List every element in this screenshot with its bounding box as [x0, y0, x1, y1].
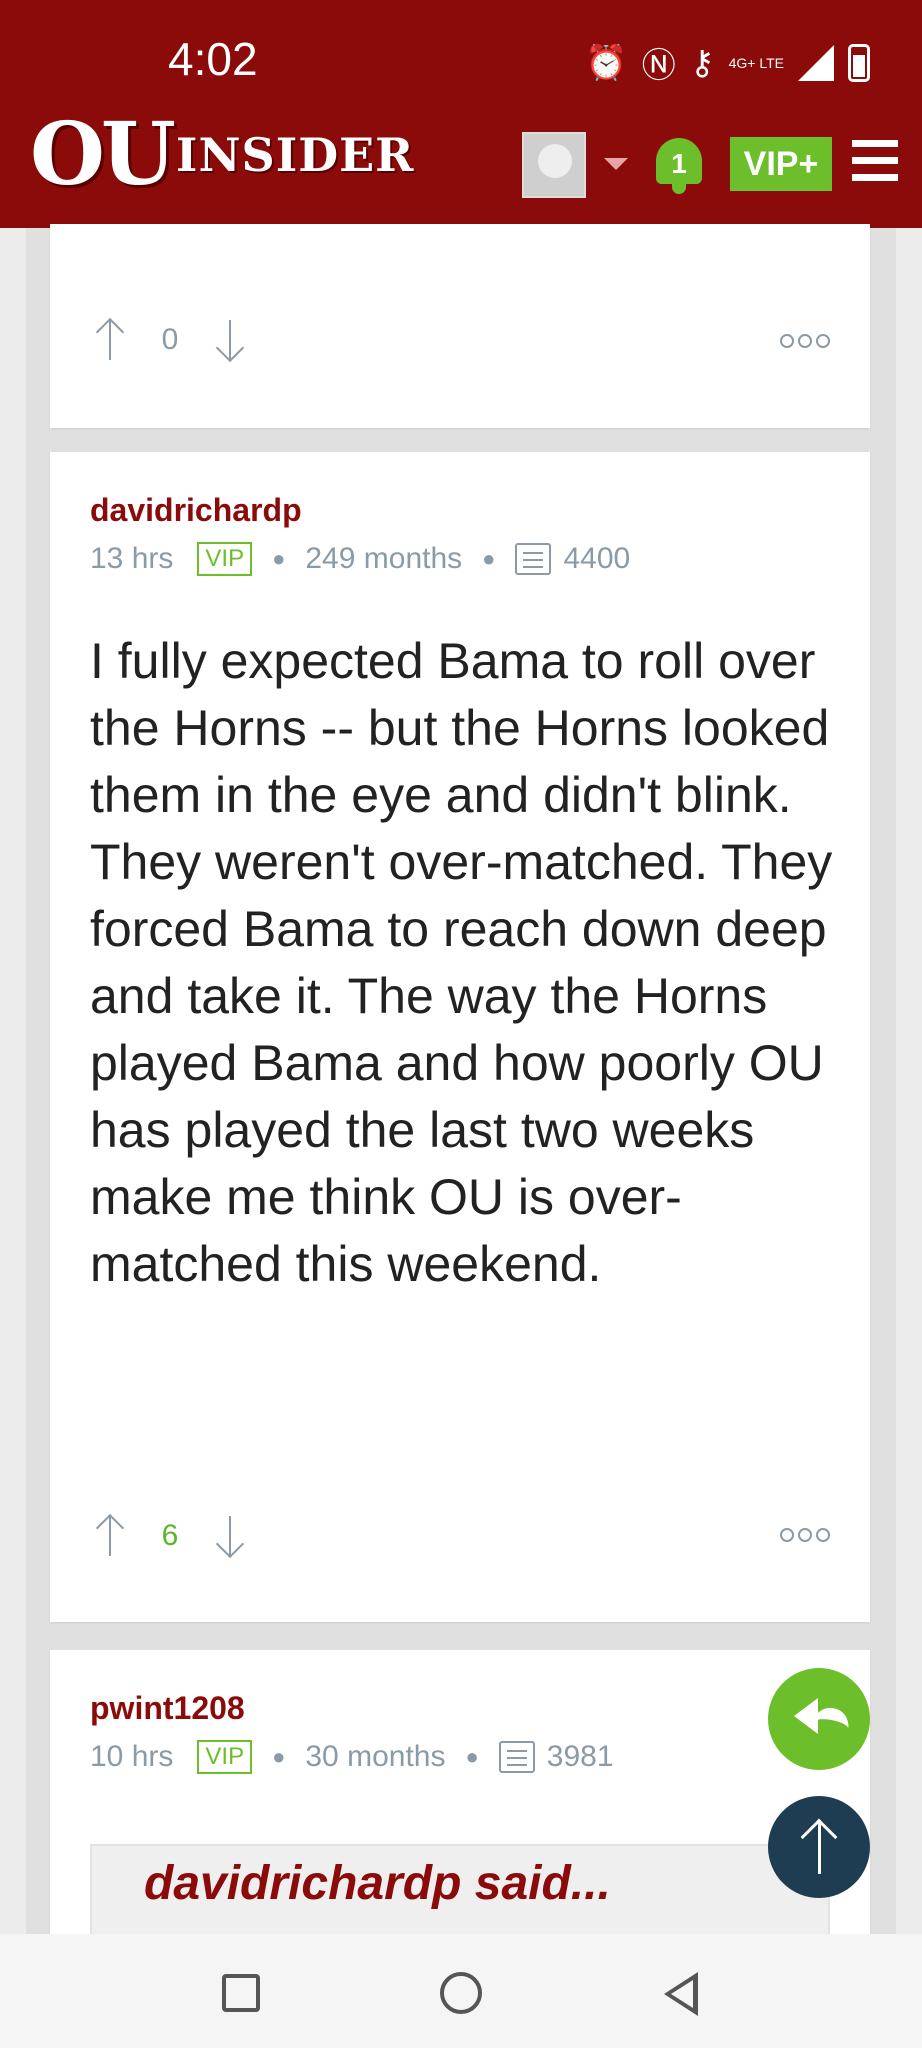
more-options-icon[interactable] — [780, 334, 830, 348]
arrow-up-icon-head — [800, 1818, 838, 1856]
separator-dot: ● — [465, 1744, 479, 1769]
more-options-icon[interactable] — [780, 1528, 830, 1542]
comment-card: davidrichardp 13 hrs VIP ● 249 months ● … — [50, 452, 870, 1622]
vip-plus-button[interactable]: VIP+ — [730, 137, 832, 191]
system-nav-bar — [0, 1934, 922, 2048]
comment-time: 13 hrs — [90, 542, 174, 575]
reply-icon-tail — [812, 1705, 852, 1729]
comment-count-icon — [498, 1741, 535, 1773]
chevron-down-icon[interactable] — [604, 158, 628, 170]
quote-author: davidrichardp said... — [144, 1857, 611, 1910]
status-time: 4:02 — [168, 33, 258, 85]
comment-time: 10 hrs — [90, 1740, 174, 1773]
separator-dot: ● — [272, 1744, 286, 1769]
key-icon: ⚷ — [689, 43, 715, 82]
comments-feed: 0 davidrichardp 13 hrs VIP ● 249 months … — [26, 224, 896, 1964]
nfc-icon: Ⓝ — [641, 47, 676, 85]
logo-ou: OU — [30, 104, 176, 205]
post-count: 3981 — [546, 1740, 614, 1773]
logo-insider: INSIDER — [175, 128, 415, 182]
site-logo[interactable]: OU INSIDER — [30, 112, 414, 198]
separator-dot: ● — [482, 546, 496, 571]
downvote-arrow-icon[interactable] — [210, 316, 250, 364]
vip-badge: VIP — [197, 542, 253, 576]
comment-body: I fully expected Bama to roll over the H… — [90, 633, 833, 1292]
bell-clapper — [672, 184, 686, 194]
scroll-to-top-button[interactable] — [768, 1796, 870, 1898]
network-type: 4G+ LTE — [728, 54, 784, 71]
comment-author[interactable]: pwint1208 — [90, 1690, 245, 1727]
comment-card: pwint1208 10 hrs VIP ● 30 months ● 3981 … — [50, 1650, 870, 1964]
post-count: 4400 — [563, 542, 631, 575]
vote-controls: 6 — [90, 1512, 250, 1560]
comment-meta: 10 hrs VIP ● 30 months ● 3981 — [90, 1740, 614, 1774]
comment-card: 0 — [50, 224, 870, 428]
user-avatar[interactable] — [522, 132, 586, 198]
comment-count-icon — [515, 543, 552, 575]
signal-icon — [798, 44, 834, 81]
comment-meta: 13 hrs VIP ● 249 months ● 4400 — [90, 542, 630, 576]
vote-count: 6 — [161, 1519, 179, 1552]
vote-controls: 0 — [90, 316, 250, 364]
comment-author[interactable]: davidrichardp — [90, 492, 302, 529]
member-tenure: 30 months — [305, 1740, 446, 1773]
status-icons: ⏰ Ⓝ ⚷ 4G+ LTE — [585, 38, 870, 87]
back-icon[interactable] — [664, 1972, 698, 2016]
app-header: 4:02 ⏰ Ⓝ ⚷ 4G+ LTE OU INSIDER 1 VIP+ — [0, 0, 922, 228]
reply-button[interactable] — [768, 1668, 870, 1770]
hamburger-menu-icon[interactable] — [852, 140, 898, 186]
vip-badge: VIP — [197, 1740, 253, 1774]
downvote-arrow-icon[interactable] — [210, 1512, 250, 1560]
notification-bell-icon[interactable]: 1 — [652, 132, 706, 194]
alarm-icon: ⏰ — [585, 43, 628, 82]
home-icon[interactable] — [440, 1972, 482, 2014]
vote-count: 0 — [161, 323, 179, 356]
recents-icon[interactable] — [222, 1974, 260, 2012]
member-tenure: 249 months — [305, 542, 463, 575]
upvote-arrow-icon[interactable] — [90, 316, 130, 364]
separator-dot: ● — [272, 546, 286, 571]
battery-icon — [848, 43, 870, 82]
notification-count: 1 — [671, 148, 687, 179]
upvote-arrow-icon[interactable] — [90, 1512, 130, 1560]
